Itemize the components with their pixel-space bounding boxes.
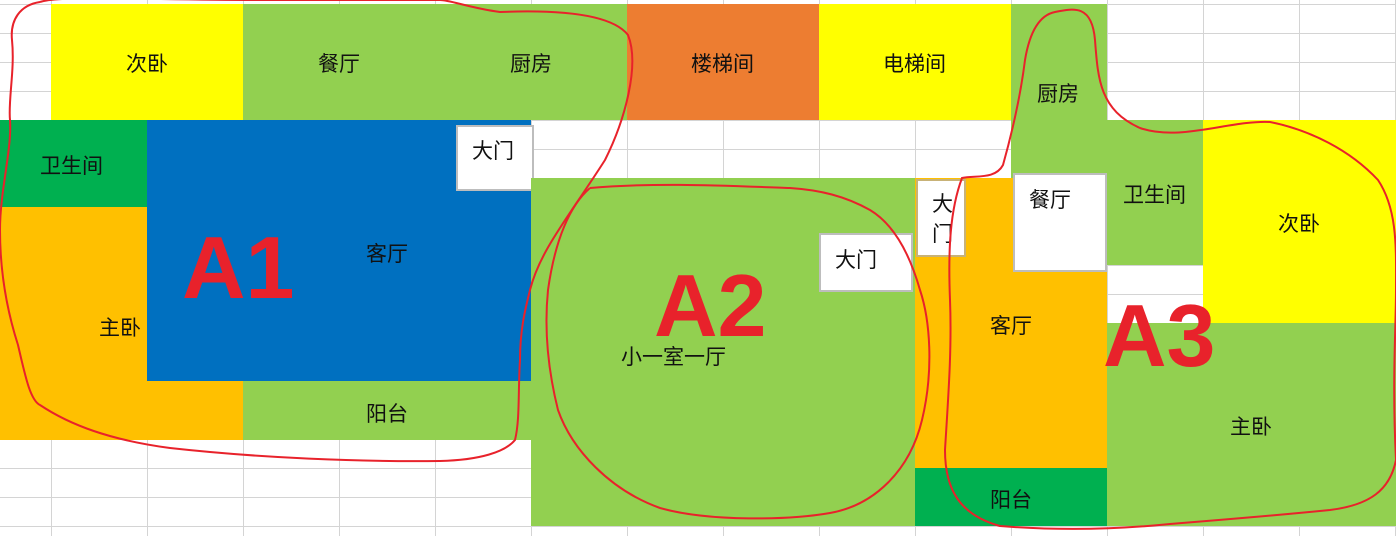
zone-label-a1: A1 (182, 218, 295, 317)
floor-plan-canvas: { "colors": { "yellow": "#ffff00", "ligh… (0, 0, 1396, 536)
zone-label-a2: A2 (654, 256, 767, 355)
zone-a3-outline (943, 8, 1396, 530)
zone-a1-outline (0, 0, 634, 463)
zone-label-a3: A3 (1103, 286, 1216, 385)
